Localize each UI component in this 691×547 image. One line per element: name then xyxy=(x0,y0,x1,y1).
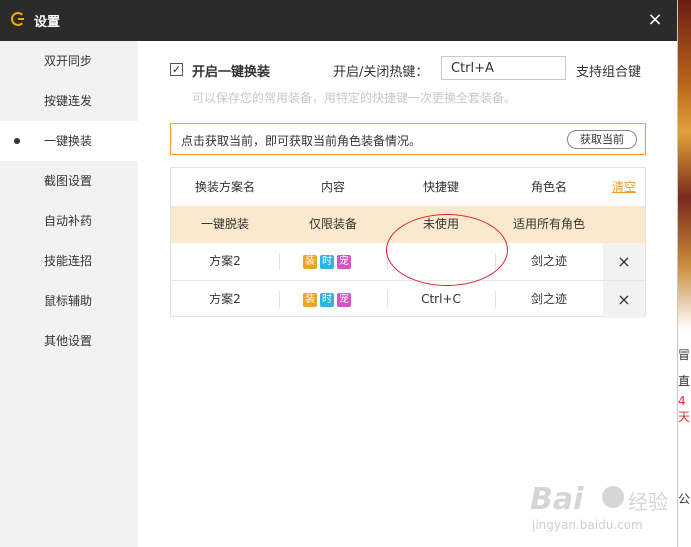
sidebar-item-auto-potion[interactable]: 自动补药 xyxy=(0,201,138,241)
watermark-brand: Bai xyxy=(530,482,584,517)
row-scheme-name: 一键脱装 xyxy=(200,217,249,231)
sidebar-item-key-repeat[interactable]: 按键连发 xyxy=(0,81,138,121)
enable-checkbox[interactable]: ✓ xyxy=(170,63,183,76)
background-text-fragment: 公 xyxy=(678,492,691,506)
sidebar-item-label: 截图设置 xyxy=(44,174,93,188)
content-tags: 装时宠 xyxy=(303,253,354,269)
equip-tag: 装 xyxy=(303,255,317,269)
notice-text: 点击获取当前，即可获取当前角色装备情况。 xyxy=(181,134,422,148)
sidebar-item-other-settings[interactable]: 其他设置 xyxy=(0,321,138,361)
active-indicator-dot xyxy=(14,138,20,144)
sidebar-item-label: 双开同步 xyxy=(44,54,93,68)
background-text-fragment: 4天 xyxy=(678,394,691,424)
clear-button[interactable]: 清空 xyxy=(603,168,645,206)
app-logo-icon xyxy=(11,12,25,26)
sidebar-item-dual-sync[interactable]: 双开同步 xyxy=(0,41,138,81)
fetch-current-button[interactable]: 获取当前 xyxy=(567,130,637,149)
hotkey-note: 支持组合键 xyxy=(576,65,642,80)
game-art-image xyxy=(677,0,691,330)
column-header: 角色名 xyxy=(530,180,567,194)
sidebar: 双开同步 按键连发 一键换装 截图设置 自动补药 技能连招 鼠标辅助 其他设置 xyxy=(0,41,138,547)
sidebar-item-skill-combo[interactable]: 技能连招 xyxy=(0,241,138,281)
hotkey-label: 开启/关闭热键： xyxy=(333,65,429,80)
sidebar-item-label: 技能连招 xyxy=(44,254,93,268)
row-scheme-name: 方案2 xyxy=(209,254,241,268)
notice-box: 点击获取当前，即可获取当前角色装备情况。 获取当前 xyxy=(170,123,646,155)
pet-tag: 宠 xyxy=(337,293,351,307)
sidebar-item-label: 自动补药 xyxy=(44,214,93,228)
sidebar-item-mouse-assist[interactable]: 鼠标辅助 xyxy=(0,281,138,321)
main-content: ✓ 开启一键换装 开启/关闭热键： 支持组合键 可以保存您的常用装备，用特定的快… xyxy=(138,41,677,547)
row-role: 剑之迹 xyxy=(530,292,567,306)
fashion-tag: 时 xyxy=(320,293,334,307)
title-bar: 设置 × xyxy=(0,0,677,41)
sidebar-item-label: 按键连发 xyxy=(44,94,93,108)
enable-checkbox-label[interactable]: 开启一键换装 xyxy=(192,61,270,80)
settings-dialog: 设置 × 双开同步 按键连发 一键换装 截图设置 自动补药 技能连招 鼠标辅助 … xyxy=(0,0,678,547)
delete-row-icon[interactable]: × xyxy=(603,243,645,280)
equip-tag: 装 xyxy=(303,293,317,307)
column-header: 内容 xyxy=(320,180,345,194)
window-title: 设置 xyxy=(34,15,61,30)
row-content: 仅限装备 xyxy=(308,217,357,231)
column-header: 快捷键 xyxy=(422,180,459,194)
sidebar-item-label: 鼠标辅助 xyxy=(44,294,93,308)
content-tags: 装时宠 xyxy=(303,291,354,307)
sidebar-item-screenshot[interactable]: 截图设置 xyxy=(0,161,138,201)
row-role: 剑之迹 xyxy=(530,254,567,268)
cell-divider xyxy=(279,253,280,270)
column-header: 换装方案名 xyxy=(194,180,255,194)
sidebar-item-quick-equip[interactable]: 一键换装 xyxy=(0,121,138,161)
table-row[interactable]: 方案2 装时宠 Ctrl+C 剑之迹 × xyxy=(171,280,645,318)
hint-text: 可以保存您的常用装备，用特定的快捷键一次更换全套装备。 xyxy=(192,91,517,105)
pet-tag: 宠 xyxy=(337,255,351,269)
row-hotkey[interactable]: Ctrl+C xyxy=(387,281,495,318)
sidebar-item-label: 一键换装 xyxy=(44,134,93,148)
background-text-fragment: 冒 xyxy=(678,348,691,362)
fashion-tag: 时 xyxy=(320,255,334,269)
close-icon[interactable]: × xyxy=(645,10,665,30)
row-scheme-name: 方案2 xyxy=(209,292,241,306)
annotation-circle xyxy=(386,214,508,286)
delete-row-icon[interactable]: × xyxy=(603,281,645,318)
baidu-watermark: Bai 经验 jingyan.baidu.com xyxy=(530,480,670,540)
sidebar-item-label: 其他设置 xyxy=(44,334,93,348)
background-game-art: 冒 直 4天 公 xyxy=(677,0,691,547)
baidu-paw-icon xyxy=(602,486,624,508)
table-header: 换装方案名 内容 快捷键 角色名 清空 xyxy=(171,168,645,206)
cell-divider xyxy=(279,291,280,308)
hotkey-input[interactable] xyxy=(441,56,566,80)
watermark-url: jingyan.baidu.com xyxy=(532,518,643,532)
background-text-fragment: 直 xyxy=(678,374,691,388)
watermark-brand-cn: 经验 xyxy=(628,490,668,514)
row-role: 适用所有角色 xyxy=(512,217,585,231)
